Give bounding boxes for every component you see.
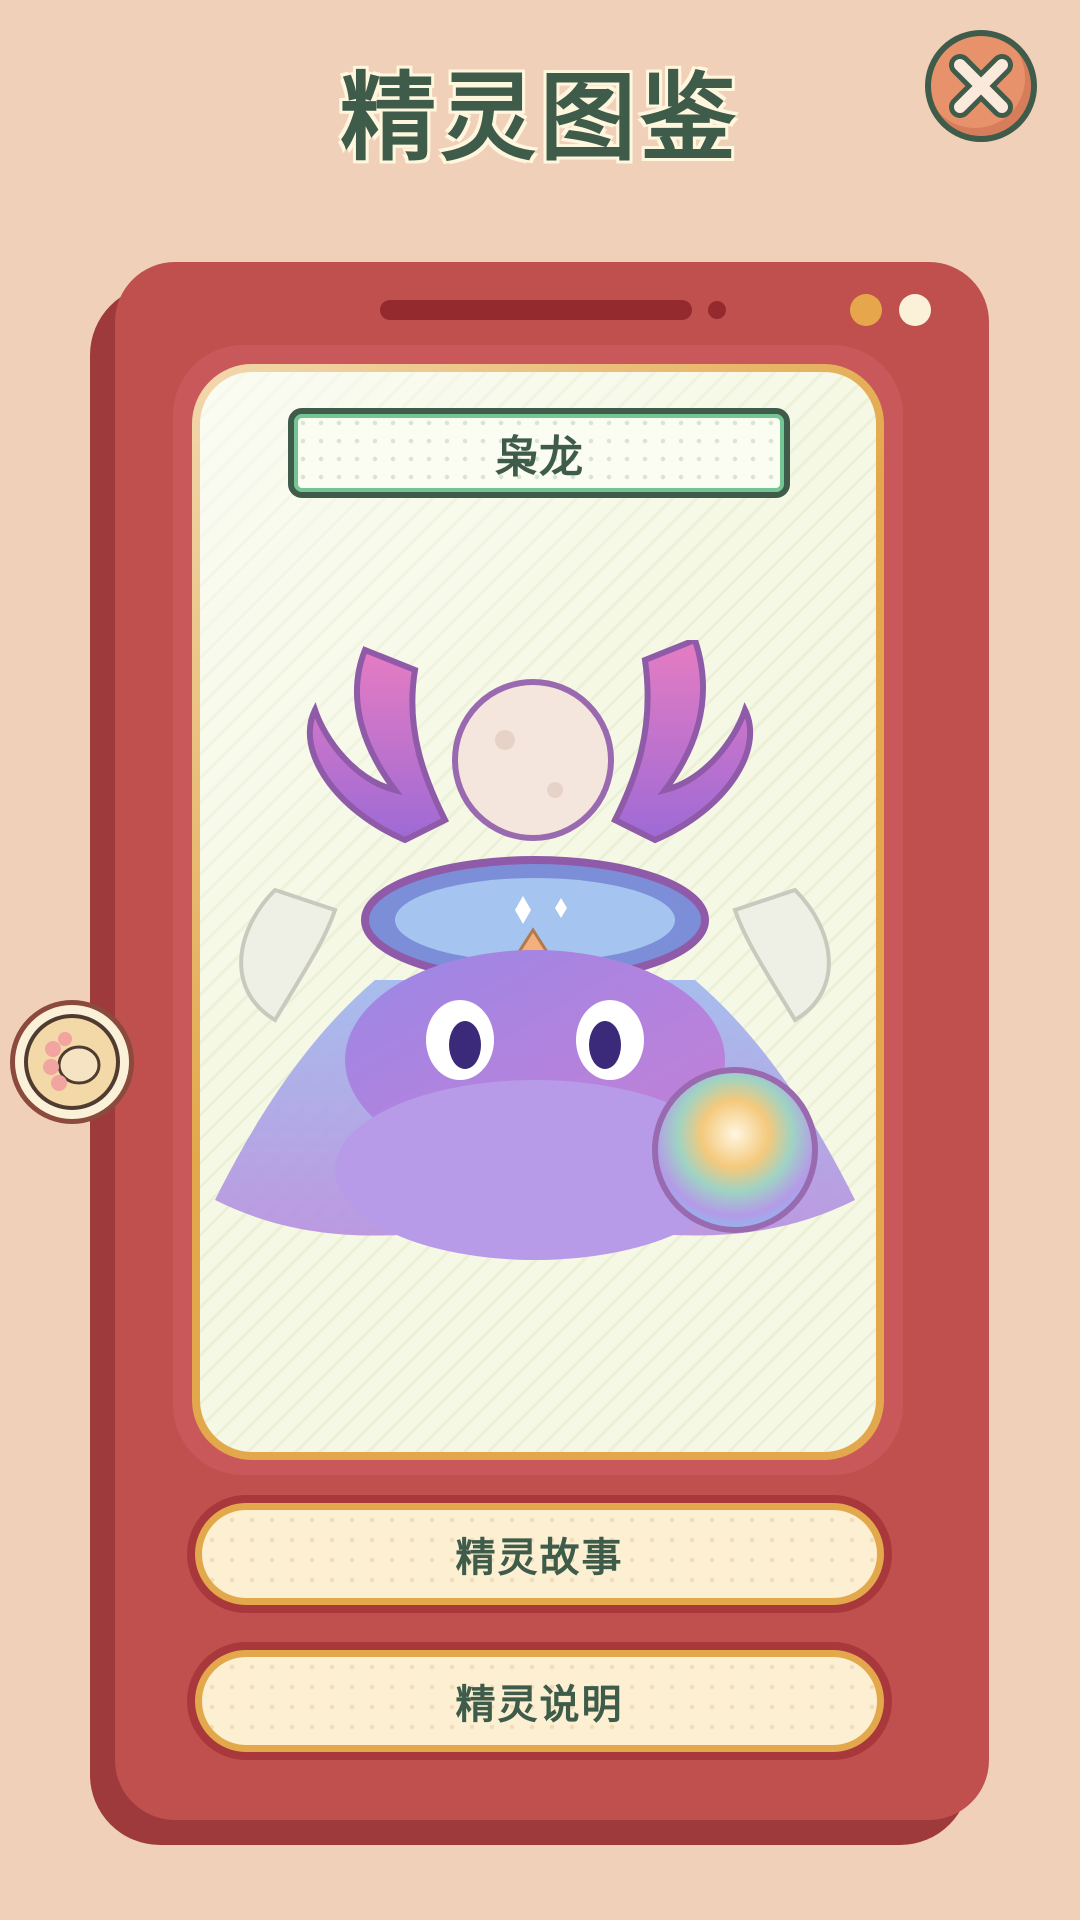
creature-description-label: 精灵说明 xyxy=(195,1650,884,1752)
device-speaker xyxy=(380,300,692,320)
close-icon xyxy=(949,54,1013,118)
indicator-light-white xyxy=(899,294,931,326)
creature-description-button[interactable]: 精灵说明 xyxy=(187,1642,892,1760)
creature-story-label: 精灵故事 xyxy=(195,1503,884,1605)
device-speaker-dot xyxy=(708,301,726,319)
indicator-light-orange xyxy=(850,294,882,326)
paw-icon xyxy=(43,1032,101,1091)
creature-story-button[interactable]: 精灵故事 xyxy=(187,1495,892,1613)
creature-image xyxy=(215,640,855,1260)
creature-name-plate: 枭龙 xyxy=(288,408,790,498)
close-button[interactable] xyxy=(925,30,1037,142)
page-title: 精灵图鉴 xyxy=(340,62,740,174)
paw-button[interactable] xyxy=(10,1000,134,1124)
